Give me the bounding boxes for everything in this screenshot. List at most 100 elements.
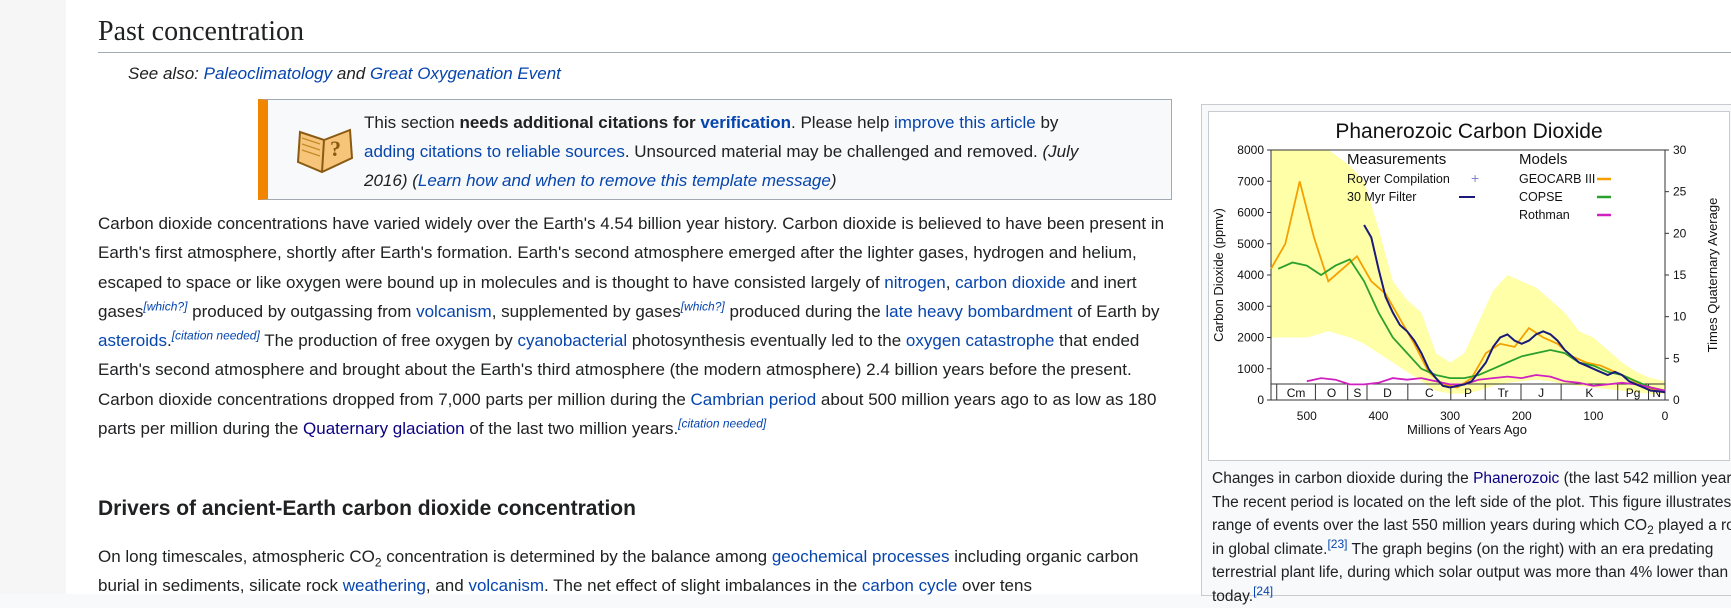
period-label: K (1585, 386, 1593, 400)
notice-date-2: 2016) (364, 171, 408, 190)
y-axis-label: Carbon Dioxide (ppmv) (1211, 208, 1226, 342)
legend-model-label: GEOCARB III (1519, 172, 1595, 186)
link-adding-citations[interactable]: adding citations to reliable sources (364, 142, 625, 161)
notice-text-1: This section (364, 113, 460, 132)
link-cyanobacterial[interactable]: cyanobacterial (517, 331, 627, 350)
citation-needed-box: ? This section needs additional citation… (258, 99, 1172, 200)
paragraph-past-concentration: Carbon dioxide concentrations have varie… (98, 209, 1168, 443)
link-learn-remove-template[interactable]: Learn how and when to remove this templa… (418, 171, 831, 190)
x-tick-label: 100 (1583, 409, 1603, 423)
notice-text-4: . Unsourced material may be challenged a… (624, 142, 1043, 161)
figure-thumbnail: Phanerozoic Carbon Dioxide 0 1000 2000 3000… (1201, 104, 1731, 605)
x-tick-label: 500 (1297, 409, 1317, 423)
see-also-and: and (336, 64, 366, 83)
paragraph-drivers: On long timescales, atmospheric CO2 conc… (98, 542, 1168, 601)
y2-tick-label: 25 (1673, 185, 1687, 199)
figure-caption: Changes in carbon dioxide during the Pha… (1212, 467, 1731, 608)
y2-tick-label: 15 (1673, 268, 1687, 282)
link-asteroids[interactable]: asteroids (98, 331, 167, 350)
p1-text-i: The production of free oxygen by (259, 331, 518, 351)
see-also-prefix: See also: (128, 64, 199, 83)
link-weathering[interactable]: weathering (343, 576, 426, 595)
y2-tick-label: 20 (1673, 226, 1687, 240)
article-content: Past concentration See also: Paleoclimat… (66, 0, 1731, 605)
phanerozoic-co2-chart: Phanerozoic Carbon Dioxide 0100020003000… (1211, 120, 1720, 437)
link-verification[interactable]: verification (700, 113, 791, 132)
link-improve-article[interactable]: improve this article (894, 113, 1036, 132)
y2-tick-label: 10 (1673, 310, 1687, 324)
period-label: Tr (1498, 386, 1509, 400)
citation-notice-text: This section needs additional citations … (364, 108, 1154, 195)
p1-text-m: of the last two million years. (464, 419, 679, 439)
link-paleoclimatology[interactable]: Paleoclimatology (204, 64, 333, 83)
notice-text-3: by (1035, 113, 1059, 132)
book-question-icon: ? (296, 128, 354, 174)
link-great-oxygenation-event[interactable]: Great Oxygenation Event (370, 64, 561, 83)
period-label: Cm (1287, 386, 1306, 400)
y-tick-label: 0 (1257, 393, 1264, 407)
link-nitrogen[interactable]: nitrogen (884, 273, 945, 292)
notice-date-1: (July (1042, 142, 1079, 161)
caption-subscript: 2 (1647, 523, 1654, 538)
period-label: O (1327, 386, 1336, 400)
y2-tick-label: 0 (1673, 393, 1680, 407)
notice-bold-text: needs additional citations for (459, 113, 701, 132)
reference-24[interactable]: [24] (1253, 583, 1273, 597)
which-tag-2[interactable]: [which?] (681, 299, 725, 313)
legend-measurements-symbol: + (1471, 170, 1479, 186)
legend-model-label: Rothman (1519, 208, 1570, 222)
chart-title: Phanerozoic Carbon Dioxide (1335, 120, 1602, 143)
link-geochemical-processes[interactable]: geochemical processes (772, 547, 950, 566)
notice-text-2: . Please help (791, 113, 895, 132)
link-volcanism[interactable]: volcanism (416, 302, 492, 321)
period-label: P (1464, 386, 1472, 400)
reference-23[interactable]: [23] (1327, 536, 1347, 550)
p2-subscript: 2 (374, 555, 382, 570)
y2-tick-label: 30 (1673, 143, 1687, 157)
caption-text-a: Changes in carbon dioxide during the (1212, 470, 1474, 487)
p2-text-a: On long timescales, atmospheric CO (98, 547, 375, 566)
p2-text-f: over tens (957, 576, 1032, 596)
y-tick-label: 1000 (1237, 362, 1264, 376)
p1-text-g: of Earth by (1072, 301, 1160, 321)
p2-text-b: concentration is determined by the balan… (381, 547, 772, 566)
link-cambrian-period[interactable]: Cambrian period (691, 390, 817, 409)
left-sidebar (0, 0, 67, 594)
p1-text-b: , (945, 272, 956, 292)
citation-needed-tag-2[interactable]: [citation needed] (678, 416, 766, 430)
legend-filter-label: 30 Myr Filter (1347, 190, 1416, 204)
citation-needed-tag-1[interactable]: [citation needed] (172, 329, 260, 343)
y-tick-label: 7000 (1237, 174, 1264, 188)
y-tick-label: 8000 (1237, 143, 1264, 157)
chart-image[interactable]: Phanerozoic Carbon Dioxide 0 1000 2000 3000… (1208, 111, 1730, 461)
y-tick-label: 6000 (1237, 206, 1264, 220)
link-late-heavy-bombardment[interactable]: late heavy bombardment (885, 302, 1072, 321)
p1-text-d: produced by outgassing from (187, 301, 417, 321)
see-also-hatnote: See also: Paleoclimatology and Great Oxy… (128, 64, 561, 84)
x-tick-label: 0 (1662, 409, 1669, 423)
link-quaternary-glaciation[interactable]: Quaternary glaciation (303, 419, 465, 438)
y-tick-label: 3000 (1237, 299, 1264, 313)
x-tick-label: 400 (1368, 409, 1388, 423)
which-tag-1[interactable]: [which?] (143, 299, 187, 313)
p1-text-e: , supplemented by gases (491, 301, 681, 321)
period-label: S (1353, 386, 1361, 400)
link-oxygen-catastrophe[interactable]: oxygen catastrophe (906, 331, 1054, 350)
x-tick-label: 200 (1512, 409, 1532, 423)
legend-measurements-title: Measurements (1347, 151, 1446, 168)
x-axis-label: Millions of Years Ago (1407, 422, 1527, 437)
period-label: J (1538, 386, 1544, 400)
period-label: C (1425, 386, 1434, 400)
legend-model-label: COPSE (1519, 190, 1563, 204)
y2-tick-label: 5 (1673, 351, 1680, 365)
link-phanerozoic[interactable]: Phanerozoic (1473, 470, 1559, 487)
link-carbon-dioxide[interactable]: carbon dioxide (955, 273, 1066, 292)
p2-text-d: , and (425, 576, 469, 596)
link-volcanism-2[interactable]: volcanism (468, 576, 544, 595)
x-tick-label: 300 (1440, 409, 1460, 423)
notice-paren-close: ) (830, 171, 837, 190)
link-carbon-cycle[interactable]: carbon cycle (862, 576, 957, 595)
uncertainty-band (1271, 150, 1665, 394)
subsection-heading: Drivers of ancient-Earth carbon dioxide … (98, 497, 636, 520)
period-label: D (1383, 386, 1392, 400)
